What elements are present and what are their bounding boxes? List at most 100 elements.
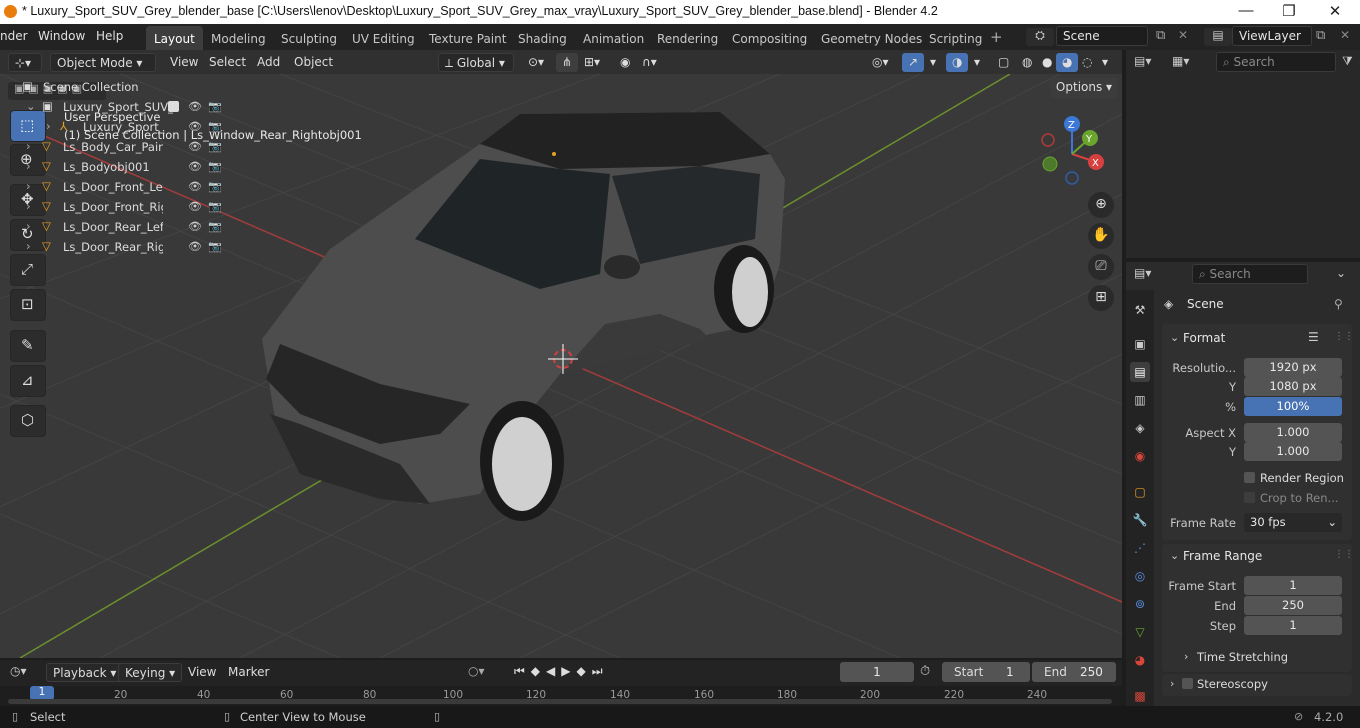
outliner-row-object[interactable]: › ▽ Ls_Door_Front_Left 👁 📷 <box>0 177 234 197</box>
format-panel-title[interactable]: Format <box>1183 331 1225 345</box>
tab-scripting[interactable]: Scripting <box>921 26 990 50</box>
collection-checkbox[interactable] <box>168 101 179 112</box>
chevron-right-icon[interactable]: › <box>26 199 31 213</box>
frame-end-field[interactable]: 250 <box>1244 596 1342 615</box>
chevron-right-icon[interactable]: › <box>26 179 31 193</box>
editor-type-icon[interactable]: ⊹▾ <box>8 53 42 72</box>
chevron-right-icon[interactable]: › <box>1170 677 1174 690</box>
pivot-point-icon[interactable]: ⊙▾ <box>522 53 550 72</box>
falloff-icon[interactable]: ∩▾ <box>636 53 663 72</box>
tab-texture-paint[interactable]: Texture Paint <box>421 26 514 50</box>
playback-menu[interactable]: Playback ▾ <box>46 663 124 682</box>
chevron-right-icon[interactable]: › <box>1184 650 1188 663</box>
drag-handle-icon[interactable]: ⋮⋮ <box>1334 549 1354 560</box>
menu-window[interactable]: Window <box>38 29 85 43</box>
outliner-row-armature[interactable]: › ⅄ Luxury_Sport_S 👁 📷 <box>0 117 234 137</box>
outliner-row-luxury-collection[interactable]: ⌄ ▣ Luxury_Sport_SUV_ 👁 📷 <box>0 97 234 117</box>
camera-view-icon[interactable]: ⎚ <box>1088 254 1114 280</box>
frame-range-panel-title[interactable]: Frame Range <box>1183 549 1262 563</box>
eye-icon[interactable]: 👁 <box>188 120 202 133</box>
minimize-button[interactable]: — <box>1236 2 1256 19</box>
chevron-down-icon[interactable]: ⌄ <box>1170 549 1179 562</box>
timeline-view-menu[interactable]: View <box>188 665 216 679</box>
camera-icon[interactable]: 📷 <box>208 200 222 213</box>
tab-modeling[interactable]: Modeling <box>203 26 274 50</box>
auto-keying-icon[interactable]: ○▾ <box>468 664 485 678</box>
timeline-scrollbar[interactable] <box>8 699 1112 704</box>
measure-tool[interactable]: ⊿ <box>10 365 46 397</box>
close-button[interactable]: ✕ <box>1325 2 1345 20</box>
properties-search-input[interactable]: ⌕ Search <box>1192 264 1308 284</box>
outliner-row-object[interactable]: › ▽ Ls_Door_Front_Righ 👁 📷 <box>0 197 234 217</box>
camera-icon[interactable]: 📷 <box>208 220 222 233</box>
crop-checkbox[interactable] <box>1244 492 1255 503</box>
tab-sculpting[interactable]: Sculpting <box>273 26 345 50</box>
transform-orientation-dropdown[interactable]: ⟂ Global ▾ <box>438 53 514 72</box>
aspect-y-field[interactable]: 1.000 <box>1244 442 1342 461</box>
eye-icon[interactable]: 👁 <box>188 140 202 153</box>
tab-compositing[interactable]: Compositing <box>724 26 815 50</box>
outliner-row-object[interactable]: › ▽ Ls_Bodyobj001 👁 📷 <box>0 157 234 177</box>
camera-icon[interactable]: 📷 <box>208 100 222 113</box>
chevron-right-icon[interactable]: › <box>26 219 31 233</box>
scene-selector-icon[interactable]: ⛭ <box>1026 28 1054 46</box>
stereoscopy-checkbox[interactable] <box>1182 678 1193 689</box>
object-mode-dropdown[interactable]: Object Mode ▾ <box>50 53 156 72</box>
particles-tab-icon[interactable]: ⋰ <box>1130 538 1150 558</box>
timeline-editor-icon[interactable]: ◷▾ <box>10 664 27 678</box>
gizmo-dropdown-icon[interactable]: ▾ <box>924 53 942 72</box>
outliner-search-input[interactable]: ⌕ Search <box>1216 52 1336 72</box>
texture-tab-icon[interactable]: ▩ <box>1130 686 1150 706</box>
render-region-checkbox[interactable] <box>1244 472 1255 483</box>
keying-menu[interactable]: Keying ▾ <box>118 663 183 682</box>
resolution-percent-slider[interactable]: 100% <box>1244 397 1342 416</box>
playhead[interactable]: 1 <box>30 686 54 700</box>
world-tab-icon[interactable]: ◉ <box>1130 446 1150 466</box>
tool-tab-icon[interactable]: ⚒ <box>1130 300 1150 320</box>
scene-tab-icon[interactable]: ◈ <box>1130 418 1150 438</box>
delete-scene-icon[interactable]: ✕ <box>1178 28 1188 42</box>
resolution-x-field[interactable]: 1920 px <box>1244 358 1342 377</box>
tab-uv-editing[interactable]: UV Editing <box>344 26 423 50</box>
new-viewlayer-icon[interactable]: ⧉ <box>1316 28 1325 43</box>
xray-icon[interactable]: ▢ <box>992 53 1015 72</box>
resolution-y-field[interactable]: 1080 px <box>1244 377 1342 396</box>
eye-icon[interactable]: 👁 <box>188 240 202 253</box>
snap-icon[interactable]: ⋔ <box>556 53 579 72</box>
outliner-editor-icon[interactable]: ▤▾ <box>1134 54 1151 68</box>
annotate-tool[interactable]: ✎ <box>10 330 46 362</box>
menu-select[interactable]: Select <box>203 53 252 72</box>
menu-object[interactable]: Object <box>288 53 339 72</box>
constraints-tab-icon[interactable]: ⊚ <box>1130 594 1150 614</box>
chevron-down-icon[interactable]: ⌄ <box>26 99 36 113</box>
visibility-icon[interactable]: ◎▾ <box>866 53 895 72</box>
overlay-dropdown-icon[interactable]: ▾ <box>968 53 986 72</box>
playback-controls[interactable]: ⏮◆◀▶◆⏭ <box>514 664 609 679</box>
tab-animation[interactable]: Animation <box>575 26 652 50</box>
aspect-x-field[interactable]: 1.000 <box>1244 423 1342 442</box>
frame-step-field[interactable]: 1 <box>1244 616 1342 635</box>
camera-icon[interactable]: 📷 <box>208 180 222 193</box>
chevron-right-icon[interactable]: › <box>26 139 31 153</box>
filter-icon[interactable]: ⧩ <box>1342 54 1353 69</box>
delete-viewlayer-icon[interactable]: ✕ <box>1340 28 1350 42</box>
chevron-down-icon[interactable]: ⌄ <box>1170 331 1179 344</box>
presets-list-icon[interactable]: ☰ <box>1308 330 1319 344</box>
stopwatch-icon[interactable]: ⏱ <box>920 664 930 679</box>
suv-model[interactable] <box>262 112 785 521</box>
outliner-row-object[interactable]: › ▽ Ls_Door_Rear_Righ 👁 📷 <box>0 237 234 257</box>
pin-icon[interactable]: ⚲ <box>1334 297 1343 311</box>
tab-geometry-nodes[interactable]: Geometry Nodes <box>813 26 930 50</box>
tab-rendering[interactable]: Rendering <box>649 26 726 50</box>
viewlayer-name-field[interactable]: ViewLayer <box>1232 26 1312 46</box>
navigation-gizmo[interactable]: Z X Y <box>1030 114 1114 194</box>
overlay-toggle-icon[interactable]: ◑ <box>946 53 969 72</box>
outliner-row-scene-collection[interactable]: ▣ Scene Collection <box>0 77 234 97</box>
eye-icon[interactable]: 👁 <box>188 160 202 173</box>
menu-add[interactable]: Add <box>251 53 286 72</box>
menu-file[interactable]: nder <box>0 29 28 43</box>
new-scene-icon[interactable]: ⧉ <box>1156 28 1165 43</box>
pan-hand-icon[interactable]: ✋ <box>1088 223 1114 249</box>
current-frame-field[interactable]: 1 <box>840 662 914 682</box>
viewlayer-selector-icon[interactable]: ▤ <box>1204 28 1232 46</box>
